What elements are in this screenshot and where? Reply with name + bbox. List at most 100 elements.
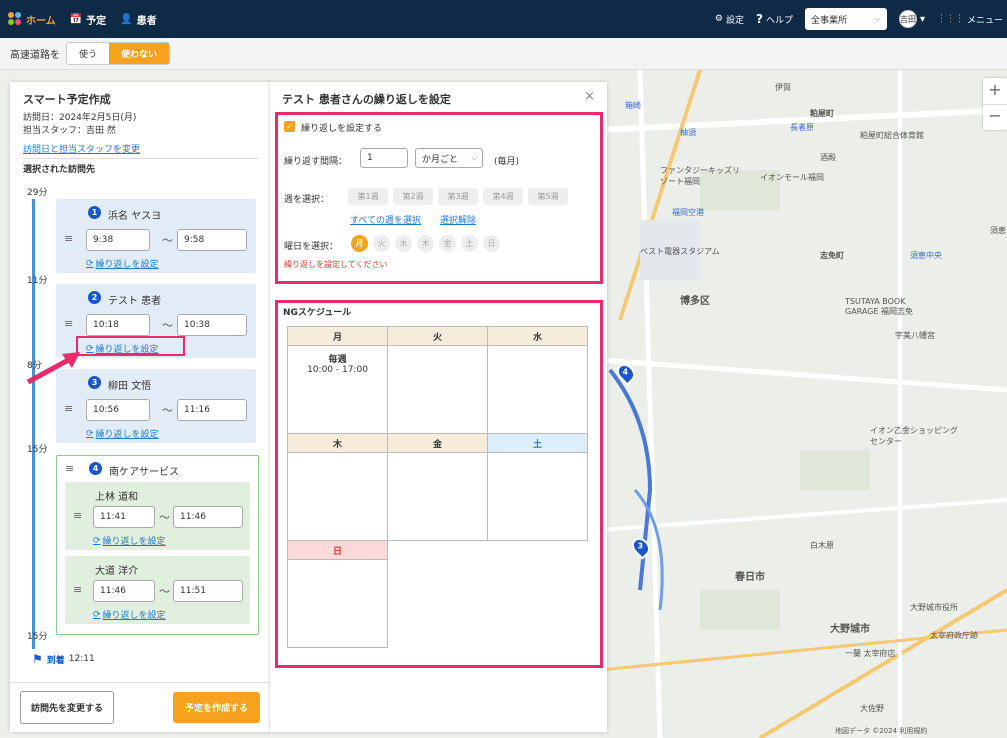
map-label: 一蘭 太宰府店 (845, 649, 896, 658)
change-visits-button[interactable]: 訪問先を変更する (20, 691, 115, 724)
ng-empty (488, 560, 588, 648)
ng-empty (388, 541, 488, 560)
travel-duration: 15分 (27, 632, 48, 642)
dialog-title: テスト 患者さんの繰り返しを設定 (282, 93, 451, 106)
zoom-in-button[interactable]: + (983, 78, 1007, 104)
select-all-weeks-link[interactable]: すべての週を選択 (350, 213, 421, 226)
travel-duration: 11分 (27, 276, 48, 286)
ng-schedule-table: 月 火 水 毎週 10:00 - 17:00 木 金 土 日 (287, 326, 588, 648)
map-attribution[interactable]: 地図データ ©2024 利用規約 (835, 726, 927, 736)
logo-icon (8, 12, 22, 26)
change-date-staff-link[interactable]: 訪問日と担当スタッフを変更 (23, 142, 140, 155)
repeat-checkbox[interactable]: ✓ (284, 121, 295, 132)
start-time-input[interactable]: 10:18 (86, 314, 150, 336)
highway-avoid-button[interactable]: 使わない (109, 43, 170, 64)
range-separator: 〜 (159, 585, 170, 598)
interval-input[interactable]: 1 (360, 148, 408, 168)
day-thu-button[interactable]: 木 (417, 235, 434, 252)
start-time-input[interactable]: 11:46 (93, 580, 155, 602)
repeat-settings-link[interactable]: ⟳ 繰り返しを設定 (93, 534, 166, 548)
visit-name: 柳田 文悟 (108, 381, 152, 392)
help-button[interactable]: ? ヘルプ (756, 12, 793, 26)
end-time-input[interactable]: 9:58 (177, 229, 247, 251)
chevron-down-icon: ⌵ (471, 153, 478, 163)
week-4-button[interactable]: 第4週 (483, 188, 523, 205)
facility-group-card: ≡ 4 南ケアサービス 上林 道和 ≡ 11:41 〜 11:46 ⟳ 繰り返しを… (56, 455, 259, 635)
map-label: 大野城市役所 (910, 603, 958, 612)
drag-handle-icon[interactable]: ≡ (65, 462, 74, 475)
week-3-button[interactable]: 第3週 (438, 188, 478, 205)
start-time-input[interactable]: 9:38 (86, 229, 150, 251)
member-card: 大道 洋介 ≡ 11:46 〜 11:51 ⟳ 繰り返しを設定 (65, 556, 250, 624)
range-separator: 〜 (159, 511, 170, 524)
highway-toggle: 使う 使わない (66, 42, 171, 65)
office-select[interactable]: 全事業所 ⌵ (804, 8, 887, 30)
map-label: ベスト電器スタジアム (640, 247, 720, 256)
start-time-input[interactable]: 10:56 (86, 399, 150, 421)
map-label: 志免町 (820, 251, 844, 260)
highway-toolbar: 高速道路を 使う 使わない (0, 38, 1007, 70)
close-icon[interactable]: × (584, 89, 595, 104)
route-timeline (32, 199, 35, 649)
visit-number-badge: 3 (88, 376, 101, 389)
menu-label: メニュー (966, 15, 1003, 26)
arrival-label: 到着 (46, 655, 65, 666)
home-link[interactable]: ホーム (8, 12, 56, 27)
zoom-out-button[interactable]: − (983, 104, 1007, 130)
visit-date: 訪問日：2024年2月5日(月) (23, 113, 137, 123)
settings-button[interactable]: ⚙ 設定 (715, 13, 744, 26)
drag-handle-icon[interactable]: ≡ (64, 317, 73, 330)
caret-down-icon: ▾ (919, 13, 925, 25)
day-fri-button[interactable]: 金 (439, 235, 456, 252)
day-tue-button[interactable]: 火 (373, 235, 390, 252)
week-5-button[interactable]: 第5週 (528, 188, 568, 205)
day-wed-button[interactable]: 水 (395, 235, 412, 252)
drag-handle-icon[interactable]: ≡ (73, 583, 82, 596)
ng-entry-time: 10:00 - 17:00 (307, 365, 368, 375)
drag-handle-icon[interactable]: ≡ (64, 232, 73, 245)
clear-selection-link[interactable]: 選択解除 (440, 213, 476, 226)
ng-header-wed: 水 (487, 326, 588, 346)
nav-patients[interactable]: 👤 患者 (120, 12, 156, 27)
map-label: TSUTAYA BOOK GARAGE 福岡志免 (845, 297, 914, 316)
interval-label: 繰り返す間隔： (284, 157, 348, 167)
interval-note: (毎月) (494, 157, 520, 167)
end-time-input[interactable]: 11:46 (173, 506, 243, 528)
highway-use-button[interactable]: 使う (67, 43, 110, 64)
week-1-button[interactable]: 第1週 (348, 188, 388, 205)
repeat-settings-link[interactable]: ⟳ 繰り返しを設定 (93, 608, 166, 622)
travel-duration: 29分 (27, 188, 48, 198)
ng-cell-sun (287, 559, 388, 648)
user-menu[interactable]: 吉田 ▾ (898, 10, 925, 28)
nav-schedule[interactable]: 📅 予定 (70, 12, 106, 27)
day-of-week-label: 曜日を選択： (284, 242, 339, 252)
repeat-settings-link[interactable]: ⟳ 繰り返しを設定 (86, 257, 159, 271)
map-label: 宇美八幡宮 (895, 331, 935, 340)
day-sun-button[interactable]: 日 (483, 235, 500, 252)
day-mon-button[interactable]: 月 (351, 235, 368, 252)
calendar-icon: 📅 (69, 13, 83, 25)
drag-handle-icon[interactable]: ≡ (64, 402, 73, 415)
repeat-settings-link[interactable]: ⟳ 繰り返しを設定 (86, 427, 159, 441)
map-label: 粕屋町 (810, 109, 834, 118)
create-schedule-button[interactable]: 予定を作成する (172, 692, 260, 723)
travel-duration: 15分 (27, 445, 48, 455)
ng-header-mon: 月 (287, 326, 388, 346)
drag-handle-icon[interactable]: ≡ (73, 509, 82, 522)
start-time-input[interactable]: 11:41 (93, 506, 155, 528)
end-time-input[interactable]: 10:38 (177, 314, 247, 336)
end-time-input[interactable]: 11:51 (173, 580, 243, 602)
map-label: 須恵 (990, 226, 1006, 235)
day-sat-button[interactable]: 土 (461, 235, 478, 252)
menu-button[interactable]: ⋮⋮⋮ メニュー (937, 13, 1003, 26)
member-name: 大道 洋介 (95, 566, 139, 577)
week-2-button[interactable]: 第2週 (393, 188, 433, 205)
map-label: 博多区 (680, 296, 710, 307)
repeat-link-label: 繰り返しを設定 (95, 260, 159, 270)
smart-schedule-panel: スマート予定作成 訪問日：2024年2月5日(月) 担当スタッフ：吉田 然 訪問… (10, 82, 270, 732)
end-time-input[interactable]: 11:16 (177, 399, 247, 421)
interval-unit-select[interactable]: か月ごと ⌵ (415, 148, 483, 168)
flag-icon: ⚑ (32, 652, 43, 666)
chevron-down-icon: ⌵ (874, 14, 881, 24)
ng-header-tue: 火 (387, 326, 488, 346)
